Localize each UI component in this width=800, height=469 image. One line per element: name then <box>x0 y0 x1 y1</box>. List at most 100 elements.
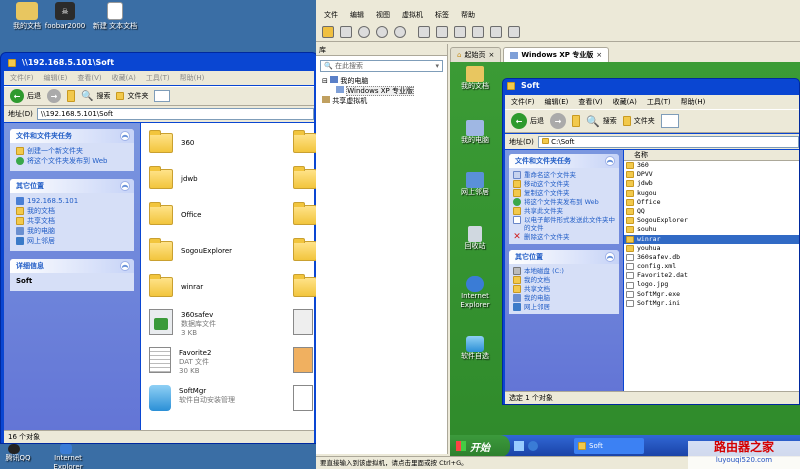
place-shared-documents[interactable]: 共享文档 <box>16 217 128 226</box>
folder-icon[interactable] <box>293 274 317 297</box>
file-row[interactable]: Favorite2.dat <box>624 271 799 280</box>
file-row[interactable]: QQ <box>624 207 799 216</box>
file-icon[interactable] <box>293 309 313 335</box>
folder-icon[interactable] <box>293 238 317 261</box>
views-icon[interactable] <box>660 114 679 128</box>
file-row[interactable]: souhu <box>624 225 799 234</box>
file-row[interactable]: winrar <box>624 234 799 244</box>
guest-icon-my-documents[interactable]: 我的文档 <box>450 66 500 91</box>
panel-header[interactable]: 文件和文件夹任务 ︽ <box>509 154 619 168</box>
tree-item-my-computer[interactable]: ⊟ 我的电脑 <box>322 76 447 86</box>
menu-edit[interactable]: 编辑(E) <box>545 97 569 107</box>
menu-view[interactable]: 查看(V) <box>578 97 602 107</box>
quicklaunch-icon[interactable] <box>514 441 524 451</box>
panel-header[interactable]: 文件和文件夹任务 ︽ <box>10 129 134 143</box>
search-button[interactable]: 🔍 搜索 <box>586 115 617 128</box>
place-shared-documents[interactable]: 共享文档 <box>513 285 615 293</box>
file-row[interactable]: 360safev.db <box>624 253 799 262</box>
folder-icon[interactable] <box>293 130 317 153</box>
vm-menu-vm[interactable]: 虚拟机 <box>402 10 423 20</box>
tree-item-shared[interactable]: 共享虚拟机 <box>322 96 447 106</box>
folder-icon[interactable] <box>293 166 317 189</box>
menu-tools[interactable]: 工具(T) <box>146 73 170 83</box>
snapshot-manager-icon[interactable] <box>394 25 406 38</box>
collapse-icon[interactable]: ︽ <box>120 261 130 271</box>
panel-header[interactable]: 详细信息 ︽ <box>10 259 134 273</box>
file-item-folder[interactable]: winrar <box>149 274 203 297</box>
menu-view[interactable]: 查看(V) <box>77 73 101 83</box>
vm-menu-tabs[interactable]: 标签 <box>435 10 449 20</box>
taskbar-window-button[interactable]: Soft <box>574 438 644 454</box>
task-publish-web[interactable]: 将这个文件夹发布到 Web <box>513 198 615 206</box>
guest-icon-recycle-bin[interactable]: 回收站 <box>450 226 500 251</box>
folder-icon[interactable] <box>293 202 317 225</box>
collapse-icon[interactable]: ︽ <box>120 131 130 141</box>
file-row[interactable]: Office <box>624 198 799 207</box>
file-row[interactable]: jdwb <box>624 179 799 188</box>
search-button[interactable]: 🔍 搜索 <box>81 91 110 102</box>
task-publish-web[interactable]: 将这个文件夹发布到 Web <box>16 157 128 166</box>
file-item-folder[interactable]: SogouExplorer <box>149 238 232 261</box>
column-header-name[interactable]: 名称 <box>624 150 799 161</box>
library-search-input[interactable]: 🔍 在此搜索 ▾ <box>320 60 443 72</box>
console-view-icon[interactable] <box>490 25 502 38</box>
place-my-computer[interactable]: 我的电脑 <box>16 227 128 236</box>
place-network-places[interactable]: 网上邻居 <box>513 303 615 311</box>
place-network-places[interactable]: 网上邻居 <box>16 237 128 246</box>
back-button[interactable]: ← 后退 <box>511 113 544 129</box>
collapse-icon[interactable]: ︽ <box>120 181 130 191</box>
file-item-dat[interactable]: Favorite2 DAT 文件 30 KB <box>149 347 211 376</box>
address-input[interactable]: \\192.168.5.101\Soft <box>36 108 314 120</box>
collapse-icon[interactable]: ︽ <box>605 252 615 262</box>
place-my-documents[interactable]: 我的文档 <box>16 207 128 216</box>
menu-favorites[interactable]: 收藏(A) <box>112 73 136 83</box>
panel-header[interactable]: 其它位置 ︽ <box>10 179 134 193</box>
forward-arrow-icon[interactable]: → <box>550 113 566 129</box>
file-icon[interactable] <box>293 385 313 411</box>
vm-menu-edit[interactable]: 编辑 <box>350 10 364 20</box>
start-button[interactable]: 开始 <box>450 435 510 457</box>
collapse-icon[interactable]: ︽ <box>605 156 615 166</box>
up-folder-icon[interactable] <box>572 115 580 127</box>
file-row[interactable]: config.xml <box>624 262 799 271</box>
file-icon[interactable] <box>293 347 313 373</box>
back-button[interactable]: ← 后退 <box>10 89 41 103</box>
quicklaunch-icon[interactable] <box>528 441 538 451</box>
tab-home[interactable]: ⌂ 起始页 × <box>450 47 502 62</box>
file-row[interactable]: youhua <box>624 244 799 253</box>
panel-header[interactable]: 其它位置 ︽ <box>509 250 619 264</box>
tree-item-winxp[interactable]: Windows XP 专业版 <box>322 86 447 96</box>
guest-icon-my-computer[interactable]: 我的电脑 <box>450 120 500 145</box>
file-row[interactable]: logo.jpg <box>624 280 799 289</box>
file-row[interactable]: 360 <box>624 161 799 170</box>
file-row[interactable]: SoftMgr.exe <box>624 290 799 299</box>
place-local-disk[interactable]: 本地磁盘 (C:) <box>513 267 615 275</box>
vm-menu-help[interactable]: 帮助 <box>461 10 475 20</box>
task-move[interactable]: 移动这个文件夹 <box>513 180 615 188</box>
send-keys-icon[interactable] <box>340 25 352 38</box>
address-input[interactable]: C:\Soft <box>537 135 799 148</box>
ie-icon[interactable] <box>60 444 72 454</box>
menu-file[interactable]: 文件(F) <box>511 97 535 107</box>
menu-tools[interactable]: 工具(T) <box>647 97 671 107</box>
unity-icon[interactable] <box>472 25 484 38</box>
file-row[interactable]: SogouExplorer <box>624 216 799 225</box>
menu-favorites[interactable]: 收藏(A) <box>613 97 637 107</box>
revert-snapshot-icon[interactable] <box>376 25 388 38</box>
place-my-computer[interactable]: 我的电脑 <box>513 294 615 302</box>
task-rename[interactable]: 重命名这个文件夹 <box>513 171 615 179</box>
task-delete[interactable]: ✕ 删除这个文件夹 <box>513 233 615 242</box>
snapshot-icon[interactable] <box>358 25 370 38</box>
guest-icon-software[interactable]: 软件自选 <box>450 336 500 361</box>
task-new-folder[interactable]: 创建一个新文件夹 <box>16 147 128 156</box>
qq-icon[interactable] <box>8 444 20 454</box>
file-item-folder[interactable]: jdwb <box>149 166 198 189</box>
file-row[interactable]: SoftMgr.ini <box>624 299 799 308</box>
folders-button[interactable]: 文件夹 <box>622 116 655 126</box>
place-network-computer[interactable]: 192.168.5.101 <box>16 197 128 206</box>
menu-edit[interactable]: 编辑(E) <box>44 73 68 83</box>
up-folder-icon[interactable] <box>67 90 75 102</box>
file-row[interactable]: kugou <box>624 189 799 198</box>
vm-menu-file[interactable]: 文件 <box>324 10 338 20</box>
thumbnail-view-icon[interactable] <box>436 25 448 38</box>
